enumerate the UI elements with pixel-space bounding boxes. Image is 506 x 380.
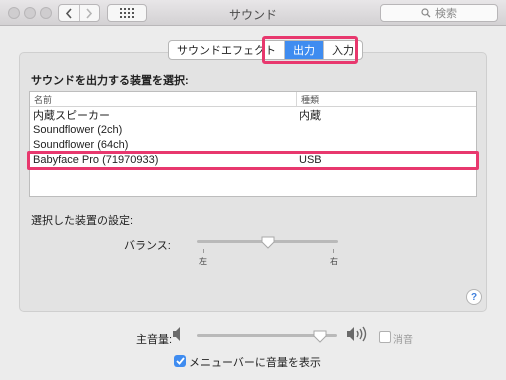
device-name: Soundflower (64ch) (33, 138, 129, 151)
device-settings-label: 選択した装置の設定: (31, 215, 134, 227)
help-button[interactable]: ? (466, 289, 482, 305)
title-bar: サウンド 検索 (0, 0, 506, 26)
mute-label: 消音 (393, 335, 413, 346)
mute-checkbox[interactable] (379, 331, 391, 343)
device-type (296, 122, 476, 137)
column-header-type[interactable]: 種類 (296, 92, 476, 106)
column-header-name[interactable]: 名前 (30, 92, 296, 106)
speaker-low-icon (172, 326, 186, 345)
balance-label: バランス: (124, 240, 171, 252)
table-row[interactable]: Soundflower (64ch) (30, 137, 476, 152)
sound-preferences-window: サウンド 検索 サウンドエフェクト 出力 入力 サウンドを出力する装置を選択: … (0, 0, 506, 380)
device-name: 内蔵スピーカー (33, 109, 110, 122)
search-icon (421, 8, 431, 18)
output-volume-label: 主音量: (136, 334, 173, 346)
highlight-box-device-row (27, 151, 479, 170)
balance-left-label: 左 (199, 257, 207, 266)
highlight-box-tabs (262, 36, 358, 64)
show-volume-in-menubar-checkbox[interactable] (174, 355, 186, 367)
checkmark-icon (175, 357, 185, 365)
table-row[interactable]: Soundflower (2ch) (30, 122, 476, 137)
output-section-label: サウンドを出力する装置を選択: (31, 75, 189, 87)
output-device-table: 名前 種類 内蔵スピーカー 内蔵 Soundflower (2ch) Sound… (29, 91, 477, 197)
show-volume-in-menubar-label: メニューバーに音量を表示 (189, 357, 321, 369)
table-header: 名前 種類 (30, 92, 476, 107)
slider-knob-icon (261, 236, 274, 249)
speaker-high-icon (346, 326, 372, 345)
device-type (296, 137, 476, 152)
device-name: Soundflower (2ch) (33, 123, 123, 136)
balance-right-label: 右 (330, 257, 338, 266)
slider-tick (333, 249, 334, 253)
slider-knob-icon (313, 330, 327, 343)
slider-tick (203, 249, 204, 253)
search-placeholder: 検索 (435, 8, 457, 20)
table-row[interactable]: 内蔵スピーカー 内蔵 (30, 107, 476, 122)
search-input[interactable]: 検索 (380, 4, 498, 22)
device-type: 内蔵 (299, 109, 321, 122)
